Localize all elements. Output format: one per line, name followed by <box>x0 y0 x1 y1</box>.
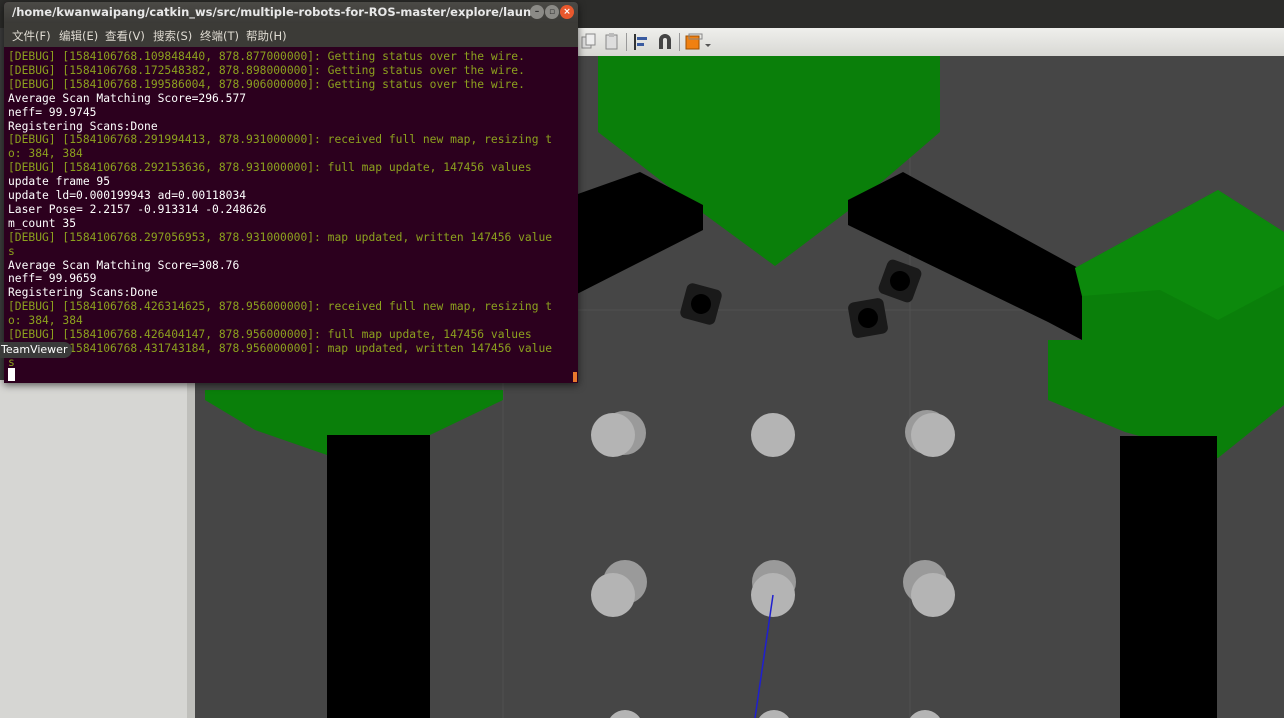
maximize-button[interactable]: ▫ <box>545 5 559 19</box>
scroll-indicator[interactable] <box>573 372 577 382</box>
terminal-line: [DEBUG] [1584106768.426404147, 878.95600… <box>8 328 532 341</box>
terminal-window[interactable]: /home/kwanwaipang/catkin_ws/src/multiple… <box>4 2 578 383</box>
terminal-line: Registering Scans:Done <box>8 286 158 300</box>
terminal-line: [DEBUG] [1584106768.292153636, 878.93100… <box>8 161 532 175</box>
terminal-line: o: 384, 384 <box>8 147 83 161</box>
align-tool-icon[interactable] <box>631 32 651 52</box>
terminal-menubar: 文件(F) 编辑(E) 查看(V) 搜索(S) 终端(T) 帮助(H) <box>4 23 578 47</box>
color-picker-icon[interactable] <box>684 32 712 52</box>
toolbar-separator <box>679 33 680 51</box>
robot <box>680 283 722 325</box>
terminal-line: [DEBUG] [1584106768.426314625, 878.95600… <box>8 300 553 314</box>
copy-icon[interactable] <box>579 32 599 52</box>
minimize-button[interactable]: – <box>530 5 544 19</box>
terminal-line: update ld=0.000199943 ad=0.00118034 <box>8 189 247 202</box>
terminal-line: o: 384, 384 <box>8 314 83 328</box>
wall-segment <box>1120 436 1217 718</box>
terminal-output[interactable]: [DEBUG] [1584106768.109848440, 878.87700… <box>4 47 578 383</box>
pillar <box>610 710 640 718</box>
terminal-line: m_count 35 <box>8 216 77 230</box>
panel-splitter[interactable] <box>187 380 195 718</box>
paste-icon[interactable] <box>602 32 622 52</box>
rviz-side-panel <box>0 380 187 718</box>
close-button[interactable]: × <box>560 5 574 19</box>
terminal-line: [DEBUG] [1584106768.109848440, 878.87700… <box>8 50 525 63</box>
terminal-line: Laser Pose= 2.2157 -0.913314 -0.248626 <box>8 202 267 216</box>
menu-view[interactable]: 查看(V) <box>105 28 145 44</box>
pillar <box>591 413 635 457</box>
pillar <box>751 413 795 457</box>
robot <box>878 259 922 303</box>
teamviewer-tab[interactable]: TeamViewer <box>0 342 73 358</box>
menu-help[interactable]: 帮助(H) <box>246 28 287 44</box>
pillar <box>911 573 955 617</box>
pillar <box>910 710 940 718</box>
terminal-titlebar[interactable]: /home/kwanwaipang/catkin_ws/src/multiple… <box>4 2 578 23</box>
wall-segment <box>327 435 430 718</box>
terminal-line: [DEBUG] [1584106768.199586004, 878.90600… <box>8 77 525 91</box>
rviz-toolbar <box>575 28 1284 57</box>
terminal-line: Average Scan Matching Score=296.577 <box>8 91 247 105</box>
menu-edit[interactable]: 编辑(E) <box>59 28 98 44</box>
pillar <box>759 710 789 718</box>
terminal-line: neff= 99.9745 <box>8 105 97 119</box>
menu-search[interactable]: 搜索(S) <box>153 28 192 44</box>
terminal-line: [DEBUG] [1584106768.297056953, 878.93100… <box>8 230 553 244</box>
toolbar-separator <box>626 33 627 51</box>
terminal-line: update frame 95 <box>8 175 111 189</box>
terminal-cursor <box>8 368 15 381</box>
terminal-line: neff= 99.9659 <box>8 272 97 286</box>
terminal-line: [DEBUG] [1584106768.431743184, 878.95600… <box>8 341 553 355</box>
terminal-line: [DEBUG] [1584106768.172548382, 878.89800… <box>8 63 525 77</box>
terminal-line: s <box>8 244 15 258</box>
robot <box>848 298 888 338</box>
menu-terminal[interactable]: 终端(T) <box>200 28 239 44</box>
pillar <box>911 413 955 457</box>
terminal-line: Average Scan Matching Score=308.76 <box>8 258 240 272</box>
magnet-icon[interactable] <box>655 32 675 52</box>
menu-file[interactable]: 文件(F) <box>12 28 51 44</box>
terminal-title: /home/kwanwaipang/catkin_ws/src/multiple… <box>12 5 532 19</box>
pillar <box>591 573 635 617</box>
terminal-line: [DEBUG] [1584106768.291994413, 878.93100… <box>8 133 553 147</box>
terminal-line: Registering Scans:Done <box>8 119 158 133</box>
